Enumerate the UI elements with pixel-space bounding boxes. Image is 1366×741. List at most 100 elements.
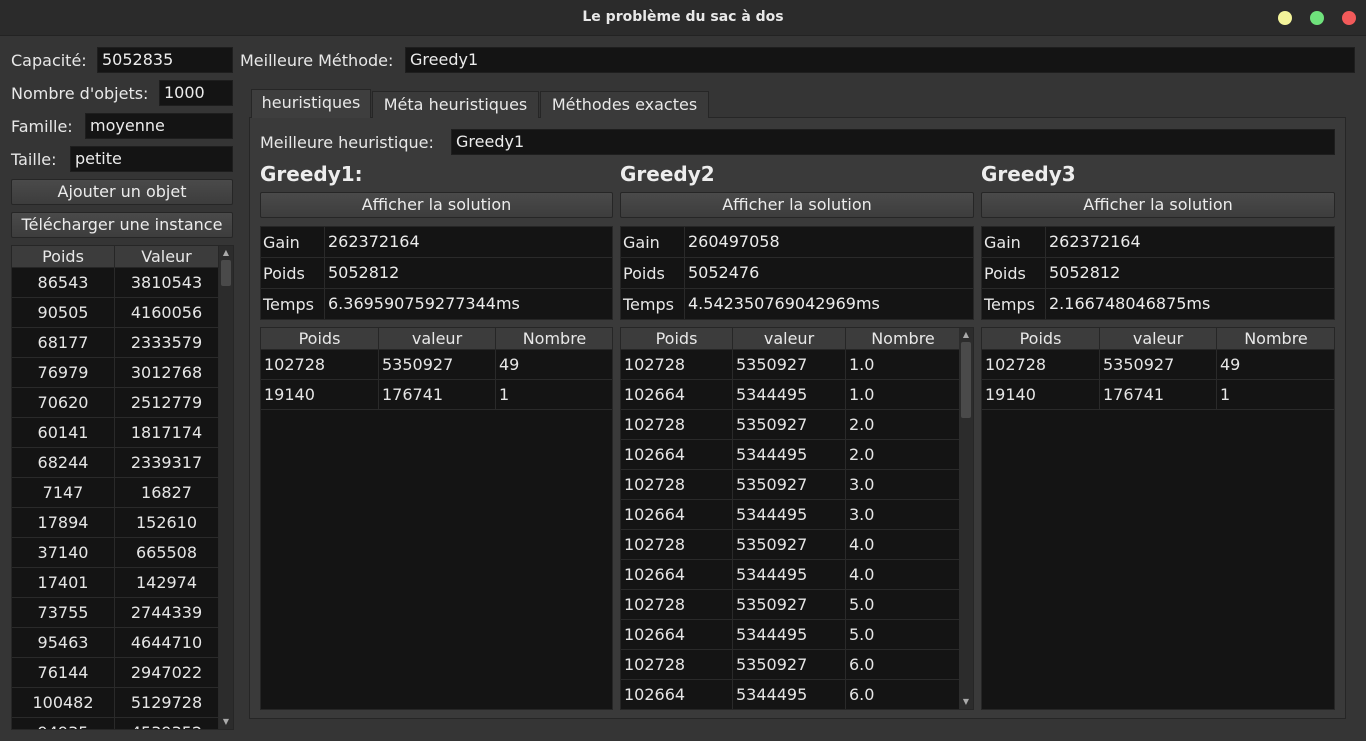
table-cell: 102728 [621,650,733,679]
table-row[interactable]: 17401 142974 [12,568,219,598]
table-cell: 90505 [12,298,115,327]
scrollbar-thumb[interactable] [221,260,231,286]
table-row[interactable]: 76979 3012768 [12,358,219,388]
table-row[interactable]: 68177 2333579 [12,328,219,358]
table-row[interactable]: 102664 5344495 3.0 [621,500,961,530]
column-header-poids[interactable]: Poids [12,246,115,268]
greedy1-show-solution-button[interactable]: Afficher la solution [260,192,613,218]
table-row[interactable]: 73755 2744339 [12,598,219,628]
poids-label: Poids [263,264,305,283]
table-row[interactable]: 949354539352 [12,718,219,729]
column-header-nombre[interactable]: Nombre [496,328,612,350]
objects-table: Poids Valeur 86543 3810543 90505 4160056 681… [11,245,234,730]
column-header-poids[interactable]: Poids [261,328,379,350]
table-cell: 5350927 [733,410,846,439]
table-cell: 176741 [1100,380,1217,409]
nombre-objets-field[interactable]: 1000 [159,80,233,106]
table-row[interactable]: 102728 5350927 49 [982,350,1334,380]
table-row[interactable]: 76144 2947022 [12,658,219,688]
table-row[interactable]: 102728 5350927 49 [261,350,612,380]
greedy2-table-scrollbar[interactable]: ▲ ▼ [959,328,973,709]
greedy2-gain-value: 260497058 [688,232,780,251]
scrollbar-thumb[interactable] [961,342,971,418]
table-cell: 5344495 [733,620,846,649]
table-cell: 6.0 [846,650,961,679]
table-cell: 102664 [621,560,733,589]
column-header-poids[interactable]: Poids [982,328,1100,350]
column-header-nombre[interactable]: Nombre [1217,328,1334,350]
table-row[interactable]: 102728 5350927 4.0 [621,530,961,560]
greedy2-poids-value: 5052476 [688,263,760,282]
table-cell: 4.0 [846,530,961,559]
table-cell: 16827 [115,478,219,507]
objects-table-scrollbar[interactable]: ▲ ▼ [219,246,233,729]
close-button[interactable] [1342,11,1356,25]
tab-methodes-exactes[interactable]: Méthodes exactes [540,91,709,118]
table-row[interactable]: 102664 5344495 4.0 [621,560,961,590]
table-row[interactable]: 19140 176741 1 [261,380,612,410]
greedy3-show-solution-button[interactable]: Afficher la solution [981,192,1335,218]
objects-table-header: Poids Valeur [12,246,219,268]
table-row[interactable]: 102664 5344495 5.0 [621,620,961,650]
column-header-valeur[interactable]: valeur [1100,328,1217,350]
poids-label: Poids [623,264,665,283]
table-cell: 4160056 [115,298,219,327]
best-heuristic-field[interactable]: Greedy1 [451,129,1335,155]
greedy2-stats: Gain 260497058 Poids 5052476 Temps 4.542350… [620,226,974,320]
maximize-button[interactable] [1310,11,1324,25]
gain-label: Gain [623,233,660,252]
table-cell: 102728 [621,590,733,619]
greedy2-temps-value: 4.542350769042969ms [688,294,880,313]
table-cell: 19140 [982,380,1100,409]
column-header-poids[interactable]: Poids [621,328,733,350]
taille-field[interactable]: petite [70,146,233,172]
table-cell: 102728 [621,410,733,439]
table-row[interactable]: 68244 2339317 [12,448,219,478]
column-header-nombre[interactable]: Nombre [846,328,961,350]
table-row[interactable]: 19140 176741 1 [982,380,1334,410]
table-row[interactable]: 102728 5350927 1.0 [621,350,961,380]
scroll-down-icon[interactable]: ▼ [221,717,231,727]
minimize-button[interactable] [1278,11,1292,25]
temps-label: Temps [984,295,1035,314]
table-row[interactable]: 60141 1817174 [12,418,219,448]
table-row[interactable]: 70620 2512779 [12,388,219,418]
table-cell: 2.0 [846,410,961,439]
famille-field[interactable]: moyenne [85,113,233,139]
table-row[interactable]: 102728 5350927 2.0 [621,410,961,440]
table-cell: 6.0 [846,680,961,709]
table-row[interactable]: 102664 5344495 6.0 [621,680,961,709]
table-row[interactable]: 37140 665508 [12,538,219,568]
scroll-down-icon[interactable]: ▼ [961,697,971,707]
table-row[interactable]: 17894 152610 [12,508,219,538]
table-row[interactable]: 102728 5350927 5.0 [621,590,961,620]
capacite-field[interactable]: 5052835 [97,47,233,73]
table-row[interactable]: 102728 5350927 3.0 [621,470,961,500]
greedy2-show-solution-button[interactable]: Afficher la solution [620,192,974,218]
table-cell: 100482 [12,688,115,717]
table-row[interactable]: 102728 5350927 6.0 [621,650,961,680]
scroll-up-icon[interactable]: ▲ [221,248,231,258]
table-cell: 102664 [621,440,733,469]
table-cell: 5350927 [1100,350,1217,379]
tab-meta-heuristiques[interactable]: Méta heuristiques [372,91,539,118]
table-row[interactable]: 86543 3810543 [12,268,219,298]
add-object-button[interactable]: Ajouter un objet [11,179,233,205]
column-header-valeur[interactable]: valeur [733,328,846,350]
table-cell: 102728 [621,470,733,499]
table-row[interactable]: 100482 5129728 [12,688,219,718]
greedy3-stats: Gain 262372164 Poids 5052812 Temps 2.166748… [981,226,1335,320]
download-instance-button[interactable]: Télécharger une instance [11,212,233,238]
column-header-valeur[interactable]: Valeur [115,246,219,268]
tab-heuristiques[interactable]: heuristiques [251,89,371,118]
capacite-label: Capacité: [11,51,87,70]
table-row[interactable]: 102664 5344495 1.0 [621,380,961,410]
table-row[interactable]: 7147 16827 [12,478,219,508]
table-row[interactable]: 90505 4160056 [12,298,219,328]
table-row[interactable]: 95463 4644710 [12,628,219,658]
nombre-objets-label: Nombre d'objets: [11,84,149,103]
column-header-valeur[interactable]: valeur [379,328,496,350]
table-row[interactable]: 102664 5344495 2.0 [621,440,961,470]
scroll-up-icon[interactable]: ▲ [961,330,971,340]
best-method-field[interactable]: Greedy1 [405,47,1355,73]
